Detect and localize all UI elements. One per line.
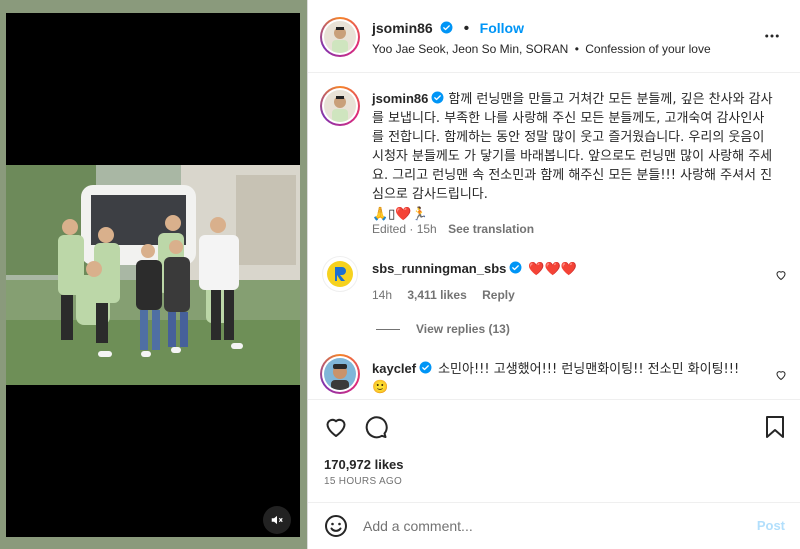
likes-count[interactable]: 170,972 likes — [324, 457, 404, 472]
kayclef-avatar[interactable] — [320, 354, 360, 394]
verified-badge-icon — [440, 21, 453, 34]
author-avatar[interactable] — [320, 17, 360, 57]
comment-age: 14h — [372, 288, 393, 302]
caption-text: 함께 런닝맨을 만들고 거쳐간 모든 분들께, 깊은 찬사와 감사를 보냅니다.… — [372, 92, 773, 202]
comment-text: ❤️❤️❤️ — [528, 261, 577, 276]
emoji-icon[interactable] — [324, 514, 348, 538]
post-caption: jsomin86 함께 런닝맨을 만들고 거쳐간 모든 분들께, 깊은 찬사와 … — [372, 90, 774, 224]
comment-composer: Post — [308, 502, 800, 549]
view-replies-button[interactable]: View replies (13) — [416, 322, 510, 336]
caption-author-avatar[interactable] — [320, 86, 360, 126]
post-timestamp: 15 HOURS AGO — [324, 476, 403, 487]
bookmark-icon[interactable] — [764, 415, 786, 439]
comment-author-username[interactable]: kayclef — [372, 361, 416, 376]
audio-track[interactable]: Confession of your love — [585, 42, 710, 56]
heart-icon[interactable] — [775, 369, 787, 381]
runningman-avatar[interactable] — [322, 256, 358, 292]
comment-author-username[interactable]: sbs_runningman_sbs — [372, 261, 506, 276]
author-username[interactable]: jsomin86 — [372, 20, 433, 36]
runningman-logo-icon — [327, 261, 353, 287]
replies-divider — [376, 329, 400, 331]
header-separator: • — [463, 20, 470, 37]
muted-speaker-icon — [271, 515, 283, 525]
post-comment-button[interactable]: Post — [757, 518, 785, 533]
comment-emoji: 🙂 — [372, 380, 389, 395]
post-photo — [6, 165, 300, 385]
see-translation-link[interactable]: See translation — [448, 222, 534, 236]
comment-icon[interactable] — [364, 415, 388, 439]
verified-badge-icon — [419, 361, 432, 374]
post-actions: 170,972 likes 15 HOURS AGO — [308, 399, 800, 509]
more-horizontal-icon[interactable] — [763, 27, 781, 45]
post-detail-pane: jsomin86 • Follow Yoo Jae Seok, Jeon So … — [307, 0, 800, 549]
post-header: jsomin86 • Follow Yoo Jae Seok, Jeon So … — [308, 0, 800, 73]
caption-edited-time: Edited · 15h — [372, 222, 437, 236]
heart-icon[interactable] — [324, 415, 348, 439]
tagged-people[interactable]: Yoo Jae Seok, Jeon So Min, SORAN — [372, 42, 568, 56]
subtitle-separator: • — [574, 42, 579, 56]
caption-author-username[interactable]: jsomin86 — [372, 91, 428, 106]
comment-text: 소민아!!! 고생했어!!! 런닝맨화이팅!! 전소민 화이팅!!! — [438, 362, 740, 377]
reply-button[interactable]: Reply — [482, 288, 515, 302]
follow-button[interactable]: Follow — [480, 20, 524, 36]
comment-likes-count[interactable]: 3,411 likes — [407, 288, 466, 302]
mute-button[interactable] — [263, 506, 291, 534]
verified-badge-icon — [509, 261, 522, 274]
comments-list[interactable]: jsomin86 함께 런닝맨을 만들고 거쳐간 모든 분들께, 깊은 찬사와 … — [308, 74, 800, 399]
heart-icon[interactable] — [775, 269, 787, 281]
verified-badge-icon — [431, 91, 444, 104]
comment-input[interactable] — [363, 515, 733, 537]
